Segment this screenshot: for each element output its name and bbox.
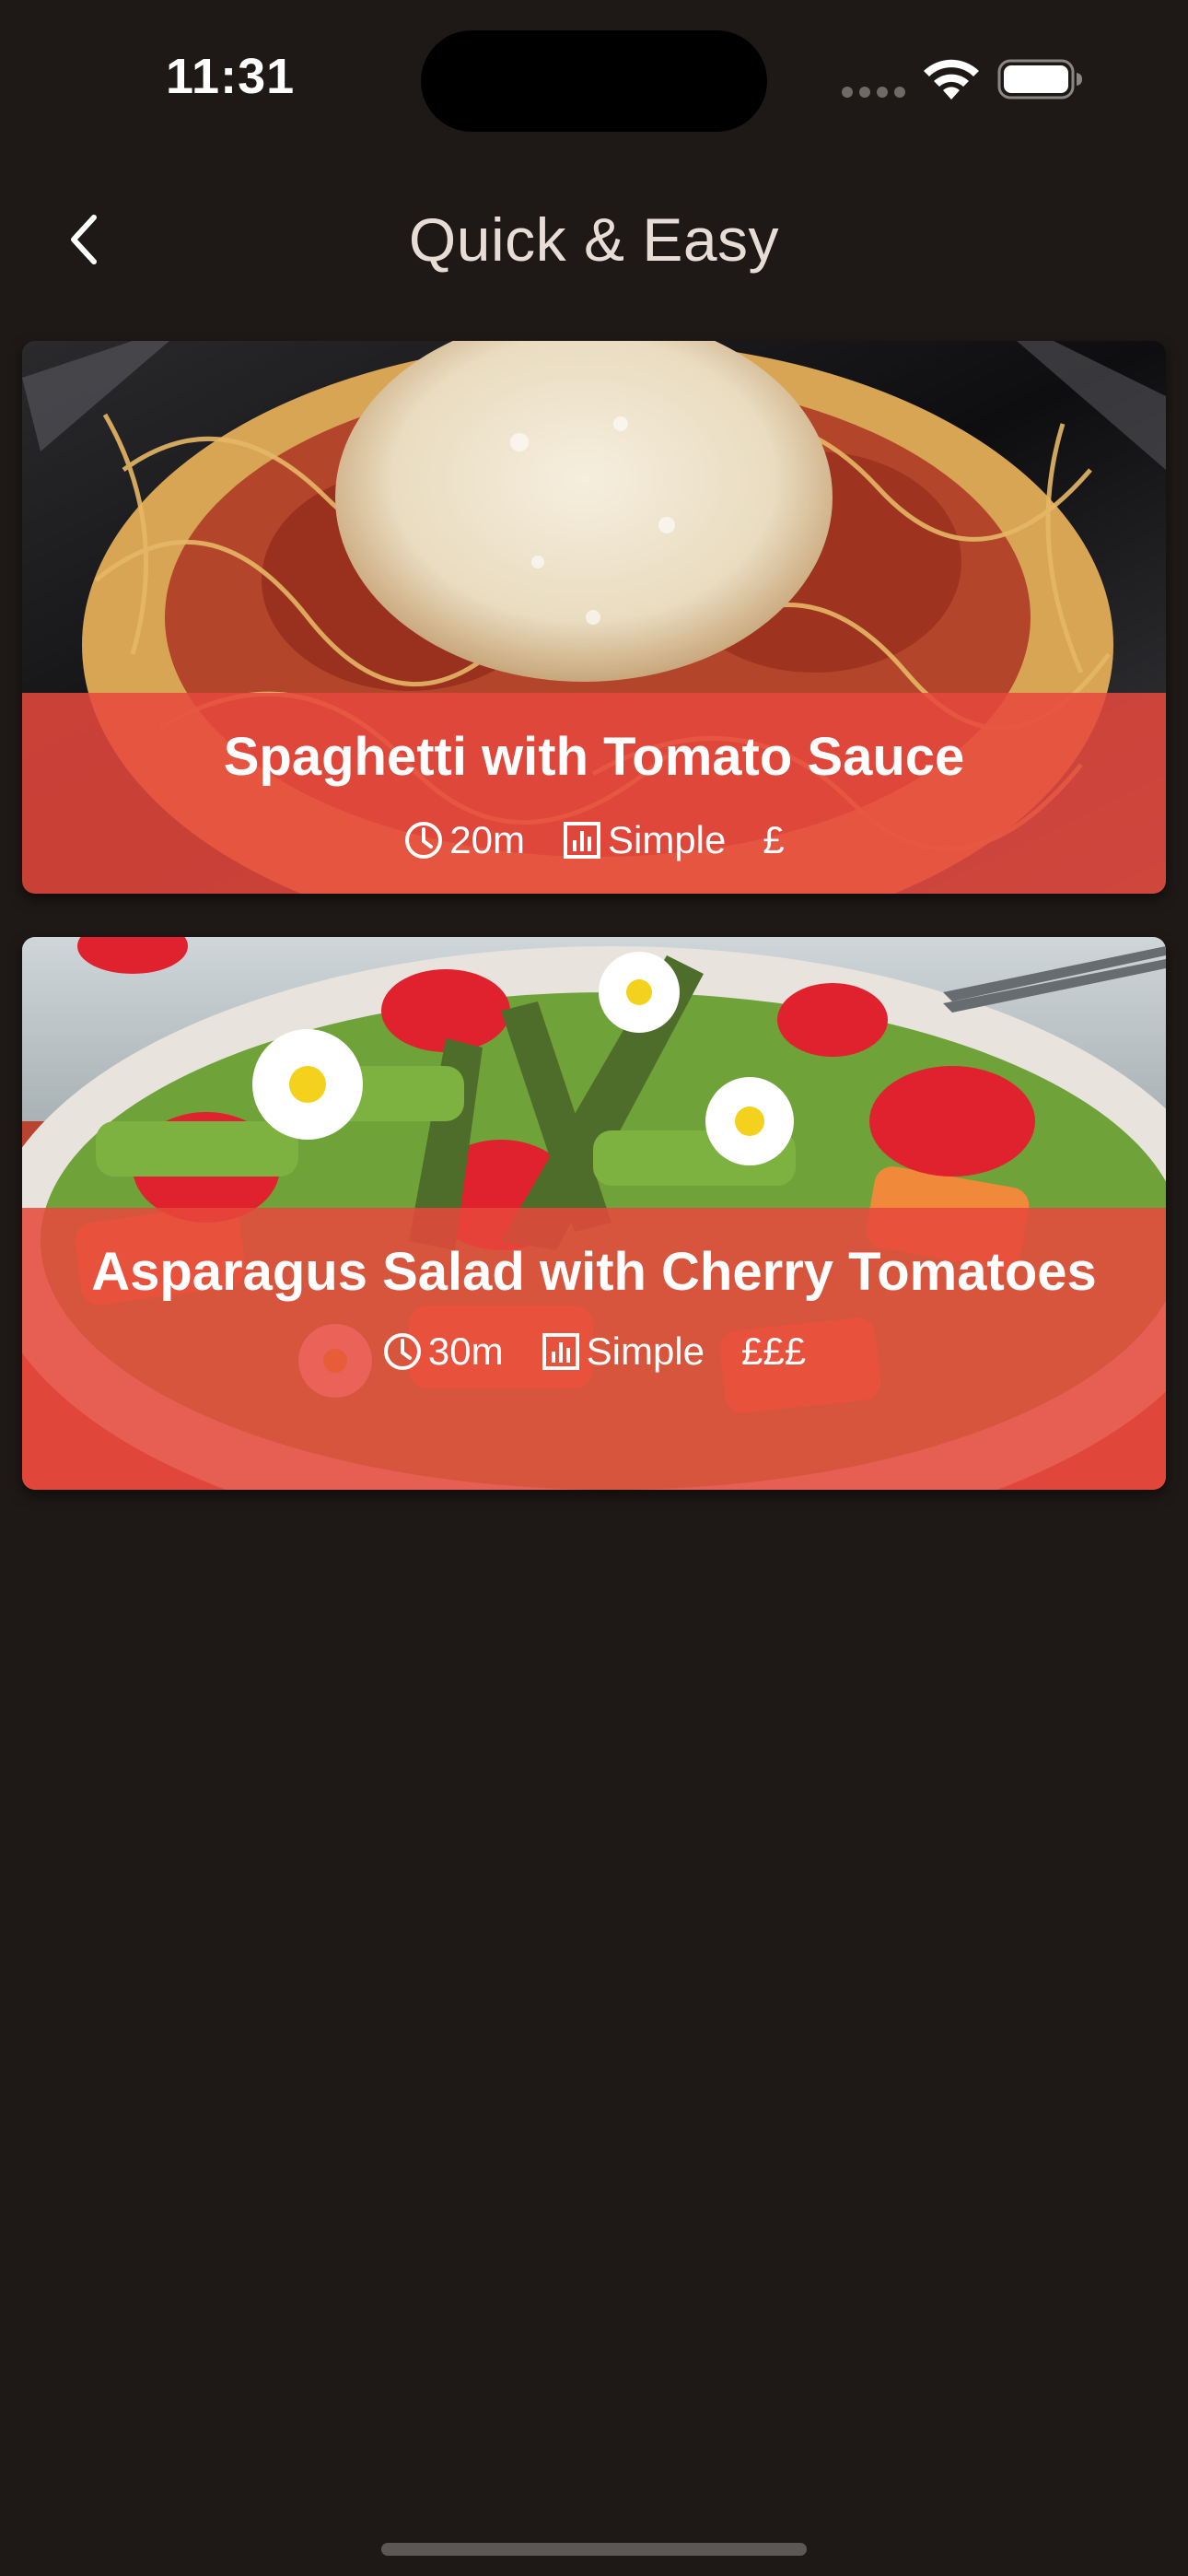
wifi-icon <box>924 59 979 100</box>
complexity-item: Simple <box>562 818 726 862</box>
affordability-label: £££ <box>741 1329 807 1373</box>
meal-title: Asparagus Salad with Cherry Tomatoes <box>91 1242 1097 1302</box>
duration-label: 30m <box>427 1329 504 1373</box>
complexity-item: Simple <box>541 1329 705 1374</box>
status-bar: 11:31 <box>0 0 1188 157</box>
clock-icon <box>405 822 443 859</box>
complexity-label: Simple <box>586 1329 705 1373</box>
screen: 11:31 Quick & Easy Spaghetti with Tomato… <box>0 0 1188 2576</box>
dynamic-island <box>421 30 767 132</box>
bar-chart-icon <box>542 1333 579 1370</box>
meal-card[interactable]: Spaghetti with Tomato Sauce 20m Simple £ <box>22 341 1166 894</box>
signal-dots-icon <box>842 87 906 98</box>
bar-chart-icon <box>563 822 600 859</box>
meal-meta: 20m Simple £ <box>403 818 785 862</box>
status-time: 11:31 <box>166 49 296 104</box>
duration-label: 20m <box>449 818 525 861</box>
home-indicator[interactable] <box>381 2543 807 2556</box>
affordability-item: £££ <box>741 1329 806 1374</box>
page-title: Quick & Easy <box>408 205 780 274</box>
meal-title: Spaghetti with Tomato Sauce <box>223 727 965 787</box>
meal-card[interactable]: Asparagus Salad with Cherry Tomatoes 30m <box>22 937 1166 1490</box>
complexity-label: Simple <box>607 818 727 861</box>
duration-item: 20m <box>403 818 525 862</box>
affordability-item: £ <box>763 818 784 862</box>
navigation-bar: Quick & Easy <box>0 175 1188 304</box>
meal-card-overlay: Asparagus Salad with Cherry Tomatoes 30m <box>22 1208 1166 1490</box>
duration-item: 30m <box>382 1329 504 1374</box>
clock-icon <box>383 1333 421 1370</box>
meal-card-overlay: Spaghetti with Tomato Sauce 20m Simple £ <box>22 693 1166 894</box>
meal-meta: 30m Simple £££ <box>382 1329 806 1374</box>
affordability-label: £ <box>763 818 785 861</box>
battery-icon <box>997 59 1082 100</box>
